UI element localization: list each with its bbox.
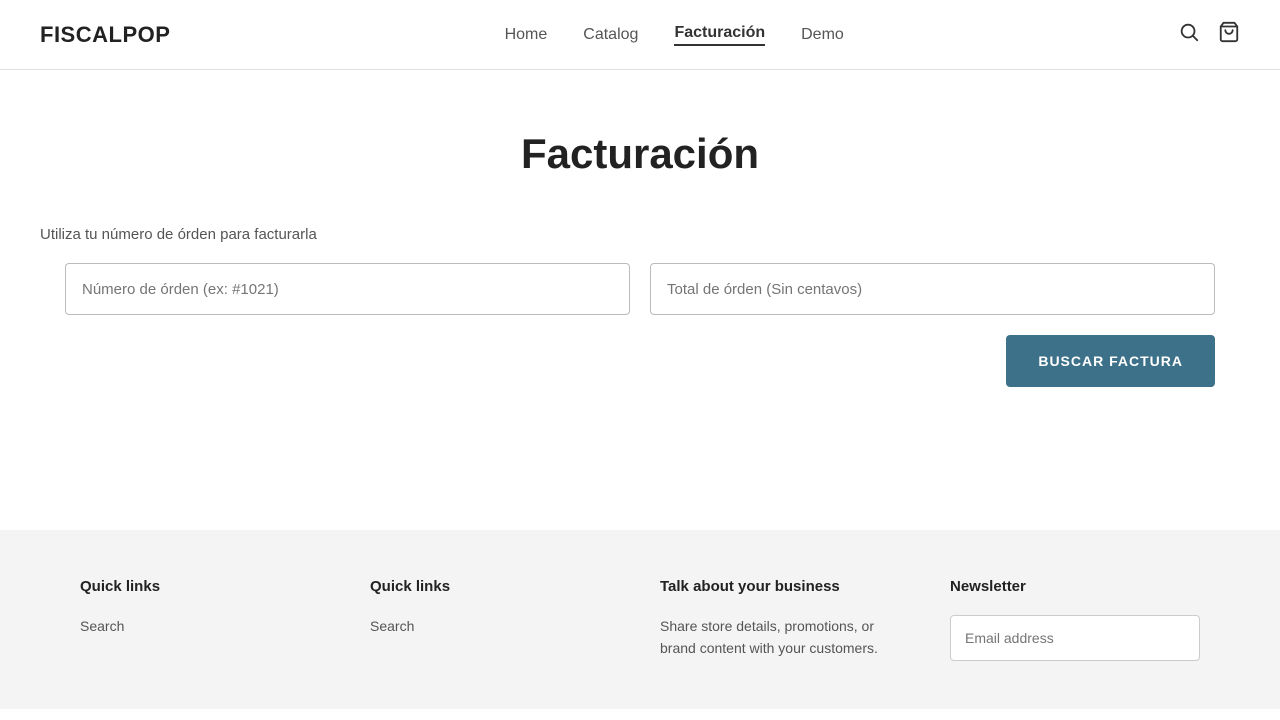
footer-col-4-heading: Newsletter xyxy=(950,578,1200,595)
footer-search-link-1[interactable]: Search xyxy=(80,615,330,637)
order-total-input[interactable] xyxy=(650,263,1215,315)
footer-col-4: Newsletter xyxy=(950,578,1200,661)
cart-icon[interactable] xyxy=(1218,21,1240,48)
footer-col-1-heading: Quick links xyxy=(80,578,330,595)
site-header: FISCALPOP Home Catalog Facturación Demo xyxy=(0,0,1280,70)
nav-catalog[interactable]: Catalog xyxy=(583,26,638,44)
footer-col-2: Quick links Search xyxy=(370,578,620,661)
header-actions xyxy=(1178,21,1240,48)
footer-search-link-2[interactable]: Search xyxy=(370,615,620,637)
footer-col-3-heading: Talk about your business xyxy=(660,578,910,595)
newsletter-email-input[interactable] xyxy=(950,615,1200,661)
main-nav: Home Catalog Facturación Demo xyxy=(505,24,844,46)
site-footer: Quick links Search Quick links Search Ta… xyxy=(0,530,1280,709)
nav-demo[interactable]: Demo xyxy=(801,26,844,44)
nav-facturacion[interactable]: Facturación xyxy=(674,24,765,46)
footer-col-1: Quick links Search xyxy=(80,578,330,661)
buscar-factura-button[interactable]: BUSCAR FACTURA xyxy=(1006,335,1215,387)
page-title: Facturación xyxy=(521,130,759,178)
search-icon[interactable] xyxy=(1178,21,1200,48)
main-content: Facturación Utiliza tu número de órden p… xyxy=(0,70,1280,530)
footer-col-2-heading: Quick links xyxy=(370,578,620,595)
footer-col-3-text: Share store details, promotions, or bran… xyxy=(660,615,910,660)
factura-form-row xyxy=(65,263,1215,315)
nav-home[interactable]: Home xyxy=(505,26,548,44)
footer-col-3: Talk about your business Share store det… xyxy=(660,578,910,661)
order-number-input[interactable] xyxy=(65,263,630,315)
form-description: Utiliza tu número de órden para facturar… xyxy=(40,226,1190,243)
brand-logo[interactable]: FISCALPOP xyxy=(40,22,170,48)
form-actions: BUSCAR FACTURA xyxy=(65,335,1215,387)
